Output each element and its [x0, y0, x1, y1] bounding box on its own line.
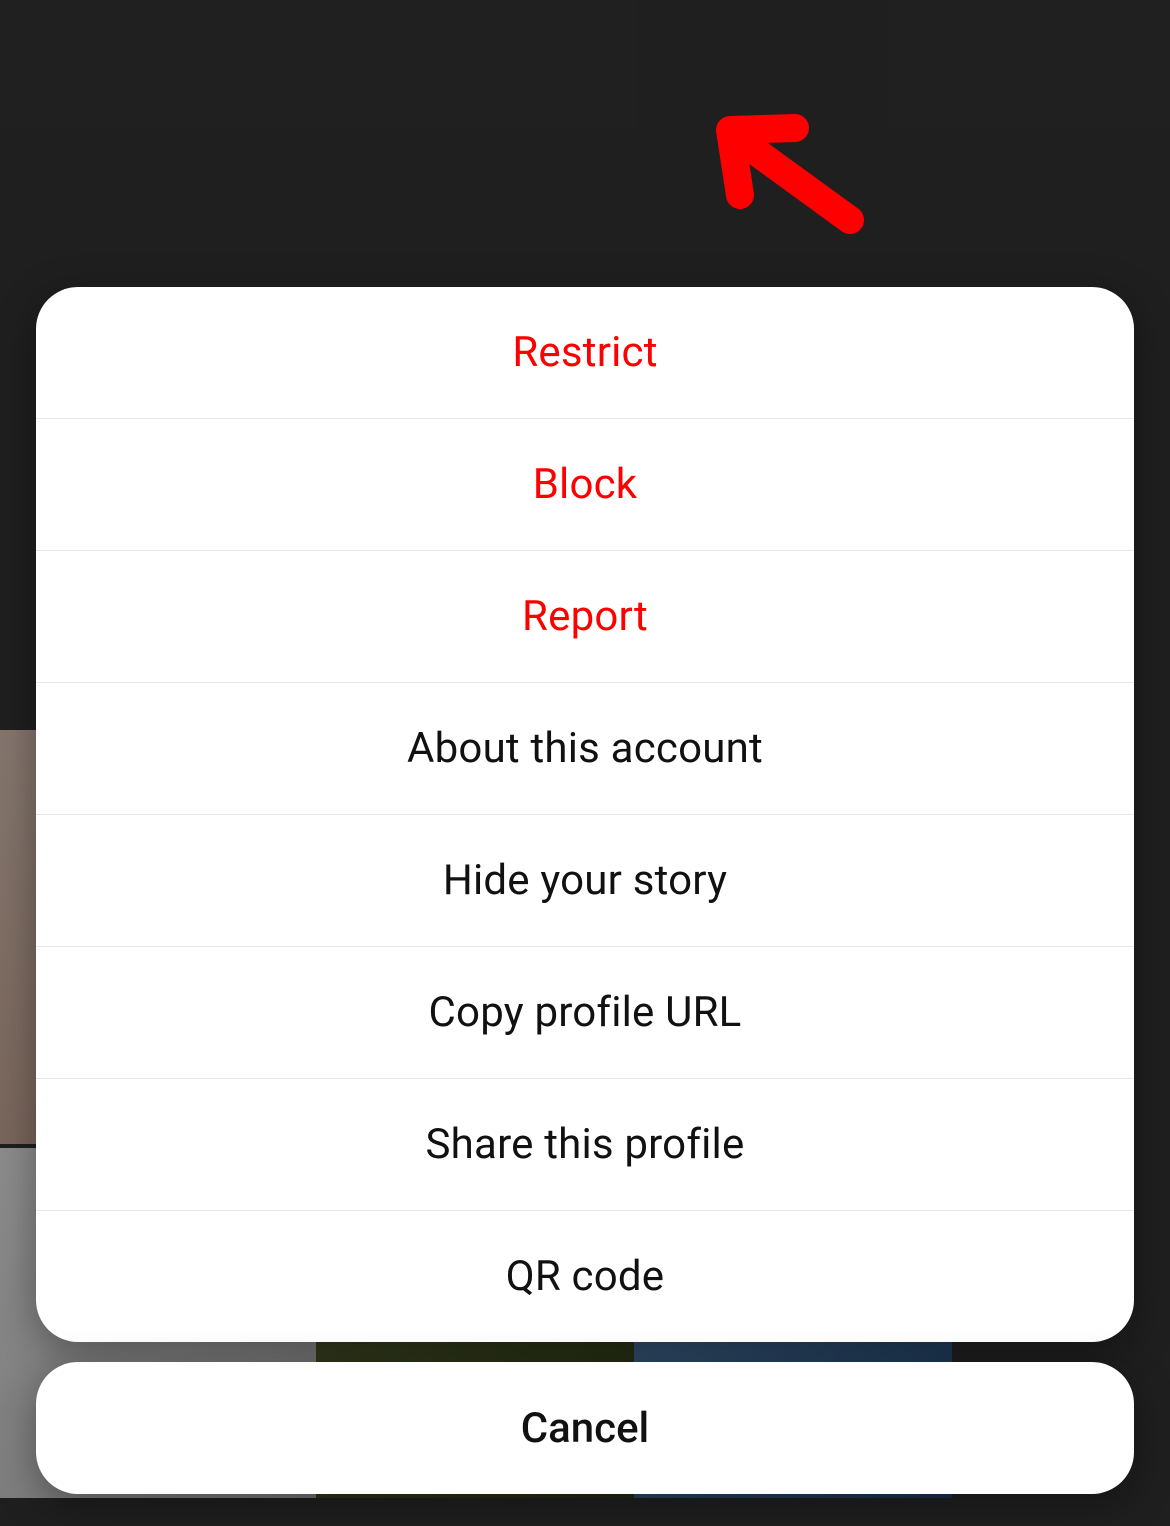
option-label: Report [522, 592, 648, 641]
option-label: Block [533, 460, 638, 509]
hide-your-story-option[interactable]: Hide your story [36, 815, 1134, 947]
block-option[interactable]: Block [36, 419, 1134, 551]
option-label: Restrict [512, 328, 657, 377]
option-label: QR code [506, 1252, 665, 1301]
cancel-button[interactable]: Cancel [36, 1362, 1134, 1494]
qr-code-option[interactable]: QR code [36, 1211, 1134, 1342]
cancel-label: Cancel [521, 1404, 650, 1453]
option-label: Copy profile URL [429, 988, 742, 1037]
action-sheet: Restrict Block Report About this account… [36, 287, 1134, 1342]
copy-profile-url-option[interactable]: Copy profile URL [36, 947, 1134, 1079]
action-sheet-container: Restrict Block Report About this account… [0, 275, 1170, 1526]
about-this-account-option[interactable]: About this account [36, 683, 1134, 815]
report-option[interactable]: Report [36, 551, 1134, 683]
share-this-profile-option[interactable]: Share this profile [36, 1079, 1134, 1211]
restrict-option[interactable]: Restrict [36, 287, 1134, 419]
option-label: About this account [407, 724, 763, 773]
option-label: Hide your story [443, 856, 727, 905]
option-label: Share this profile [426, 1120, 745, 1169]
